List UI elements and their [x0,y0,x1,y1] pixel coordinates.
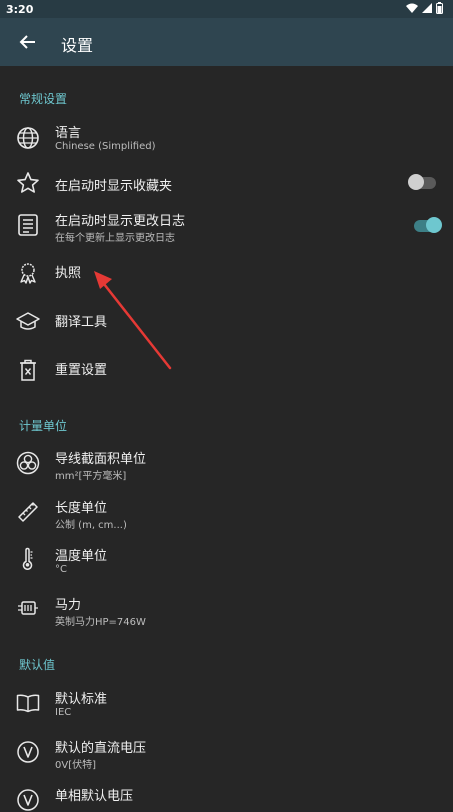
trash-icon [20,359,36,381]
setting-default-standard-label: 默认标准 [55,692,108,707]
section-header-general: 常规设置 [19,92,68,106]
setting-show-changelog-sub: 在每个更新上显示更改日志 [55,233,175,244]
setting-length-value: 公制 (m, cm...) [55,520,127,531]
page-title: 设置 [61,36,94,55]
setting-license-label: 执照 [55,266,82,281]
setting-single-phase-voltage[interactable]: 单相默认电压 [0,783,453,811]
setting-cross-section-label: 导线截面积单位 [55,452,147,467]
thermometer-icon [22,547,33,570]
voltage-v-icon [17,789,39,811]
setting-cross-section-value: mm²[平方毫米] [55,471,127,482]
setting-show-favorites[interactable]: 在启动时显示收藏夹 [0,170,453,196]
ruler-icon [18,502,38,522]
status-time: 3:20 [6,3,34,16]
toggle-knob [408,174,424,190]
show-favorites-toggle[interactable] [408,174,436,190]
document-list-icon [18,214,38,236]
setting-horsepower[interactable]: 马力 英制马力HP=746W [0,592,453,628]
setting-default-dc-voltage[interactable]: 默认的直流电压 0V[伏特] [0,735,453,771]
graduation-cap-icon [16,312,40,330]
setting-length-unit[interactable]: 长度单位 公制 (m, cm...) [0,495,453,531]
setting-show-changelog-label: 在启动时显示更改日志 [55,214,186,229]
status-icons [406,2,443,14]
open-book-icon [16,694,40,713]
setting-translation[interactable]: 翻译工具 [0,308,453,334]
award-ribbon-icon [20,263,36,284]
setting-default-standard-value: IEC [55,707,72,718]
setting-show-changelog[interactable]: 在启动时显示更改日志 在每个更新上显示更改日志 [0,208,453,244]
voltage-v-icon [17,741,39,763]
show-changelog-toggle[interactable] [414,217,442,233]
section-header-units: 计量单位 [19,419,68,433]
setting-length-label: 长度单位 [55,501,108,516]
wifi-icon [406,3,418,13]
signal-icon [422,2,432,13]
globe-icon [17,127,39,149]
toggle-knob [426,217,442,233]
setting-license[interactable]: 执照 [0,260,453,286]
setting-default-dc-voltage-value: 0V[伏特] [55,760,97,771]
star-icon [17,172,39,193]
setting-translation-label: 翻译工具 [55,315,108,330]
setting-horsepower-value: 英制马力HP=746W [55,617,146,628]
status-bar: 3:20 [0,0,453,18]
setting-default-dc-voltage-label: 默认的直流电压 [55,741,147,756]
setting-language-label: 语言 [55,126,82,141]
setting-language-value: Chinese (Simplified) [55,141,156,152]
setting-single-phase-label: 单相默认电压 [55,789,134,804]
setting-horsepower-label: 马力 [55,598,82,613]
back-arrow-icon[interactable] [16,30,40,54]
setting-temperature-value: °C [55,564,67,575]
setting-show-favorites-label: 在启动时显示收藏夹 [55,179,173,194]
section-header-defaults: 默认值 [19,658,56,672]
app-bar: 设置 [0,18,453,66]
setting-temperature-label: 温度单位 [55,549,108,564]
setting-language[interactable]: 语言 Chinese (Simplified) [0,120,453,156]
setting-reset-label: 重置设置 [55,363,108,378]
battery-icon [436,2,443,14]
setting-default-standard[interactable]: 默认标准 IEC [0,686,453,722]
setting-temperature-unit[interactable]: 温度单位 °C [0,543,453,579]
wire-cross-section-icon [16,451,40,475]
setting-reset[interactable]: 重置设置 [0,355,453,383]
setting-cross-section-unit[interactable]: 导线截面积单位 mm²[平方毫米] [0,446,453,482]
motor-icon [18,601,38,615]
